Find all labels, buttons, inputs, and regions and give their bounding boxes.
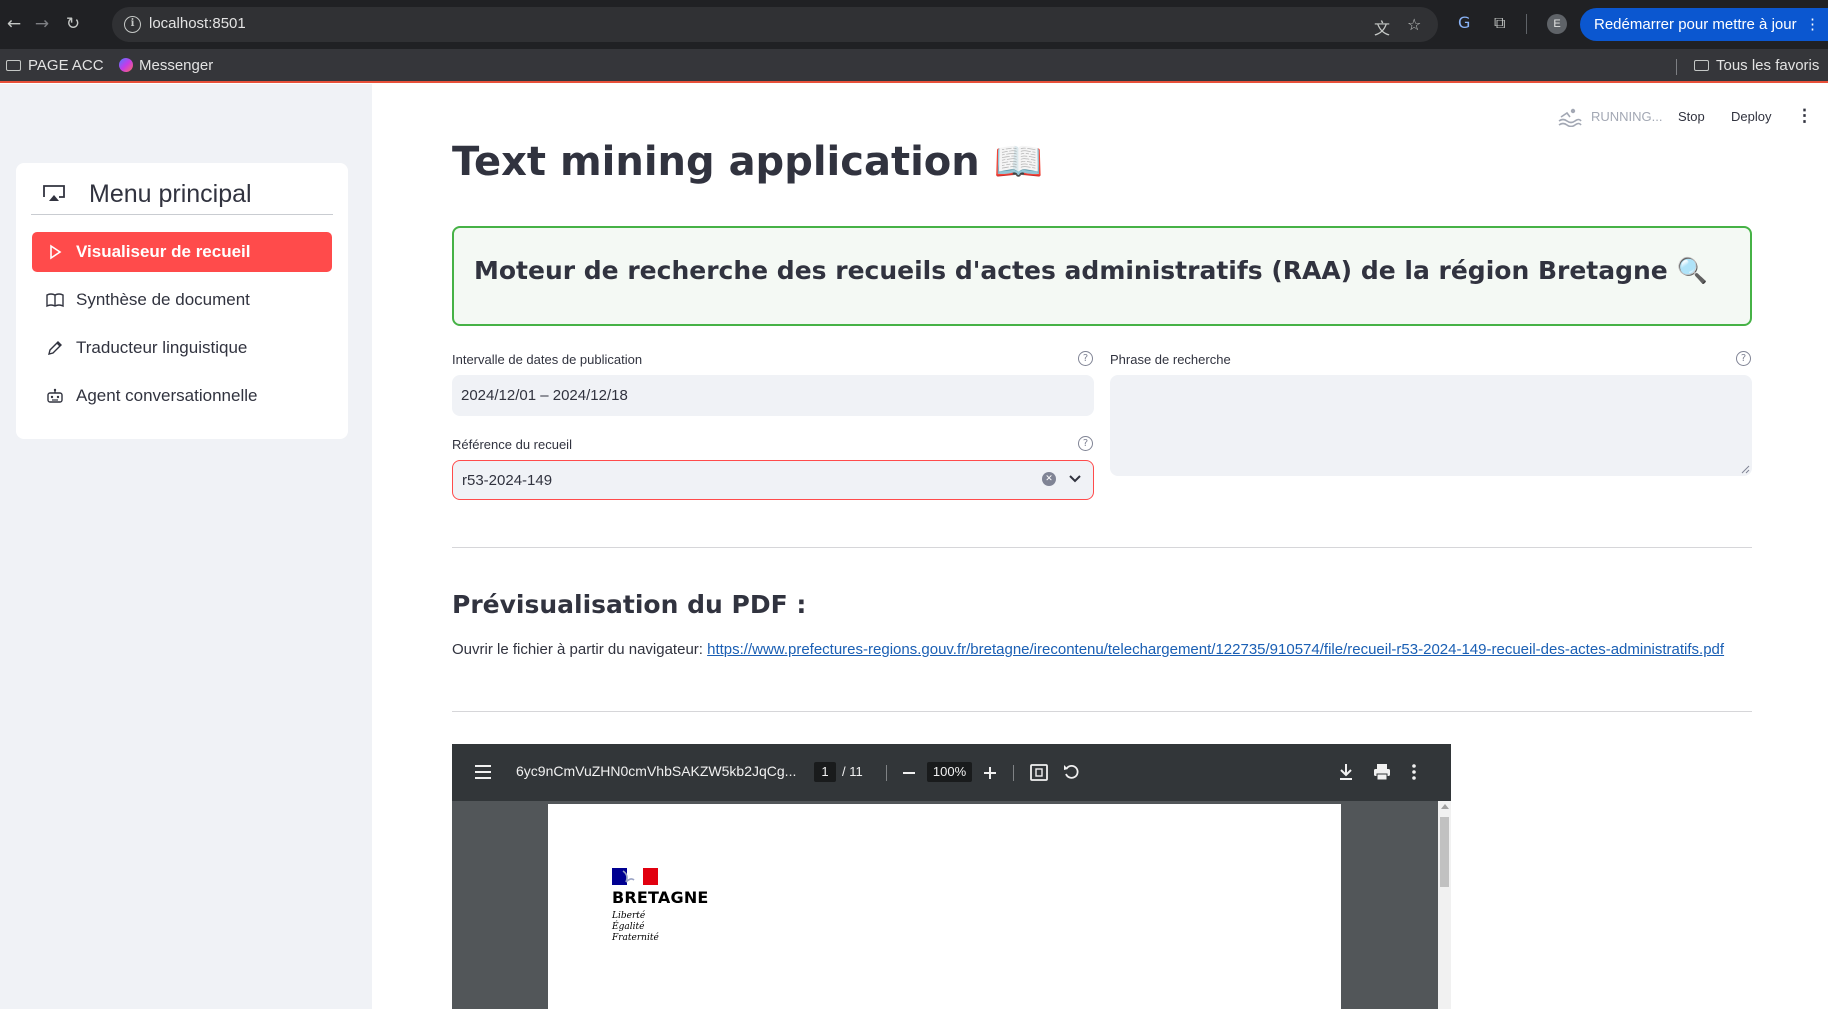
bookmarks-divider: [1676, 59, 1677, 75]
toolbar-separator: [1013, 765, 1014, 781]
print-icon[interactable]: [1373, 763, 1391, 781]
running-status-icon: [1558, 108, 1582, 127]
pdf-page: BRETAGNE Liberté Égalité Fraternité: [548, 804, 1341, 1009]
search-phrase-label: Phrase de recherche: [1110, 352, 1231, 367]
open-in-browser-prefix: Ouvrir le fichier à partir du navigateur…: [452, 641, 703, 658]
relaunch-label: Redémarrer pour mettre à jour: [1594, 16, 1797, 33]
menu-item-label: Agent conversationnelle: [76, 386, 258, 405]
motto-liberte: Liberté: [612, 911, 646, 921]
date-range-input[interactable]: 2024/12/01 – 2024/12/18: [452, 375, 1094, 416]
option-menu: Menu principal Visualiseur de recueil Sy…: [16, 163, 348, 439]
toolbar-separator: [886, 765, 887, 781]
bookmark-messenger[interactable]: Messenger: [119, 57, 213, 74]
divider: [452, 547, 1752, 548]
main-menu-icon[interactable]: ⋮: [1796, 106, 1813, 126]
reference-label: Référence du recueil: [452, 437, 572, 452]
bookmark-label: Messenger: [139, 57, 214, 74]
folder-icon: [6, 60, 21, 71]
all-bookmarks-folder[interactable]: Tous les favoris: [1694, 57, 1819, 74]
reload-icon[interactable]: ↻: [61, 12, 85, 36]
search-phrase-textarea[interactable]: [1110, 375, 1752, 476]
reference-help-icon[interactable]: ?: [1078, 436, 1093, 451]
pdf-scrollbar[interactable]: [1438, 801, 1451, 1009]
robot-icon: [47, 388, 63, 403]
bookmark-star-icon[interactable]: ☆: [1407, 15, 1421, 34]
url-text[interactable]: localhost:8501: [149, 15, 246, 32]
scroll-up-arrow-icon[interactable]: [1441, 804, 1449, 809]
pdf-total-pages: / 11: [842, 764, 863, 779]
stop-button[interactable]: Stop: [1678, 109, 1705, 124]
pdf-url-link[interactable]: https://www.prefectures-regions.gouv.fr/…: [707, 641, 1724, 658]
folder-icon: [1694, 60, 1709, 71]
play-icon: [50, 244, 62, 260]
search-engine-banner: Moteur de recherche des recueils d'actes…: [452, 226, 1752, 326]
browser-toolbar: ← → ↻ i localhost:8501 文 ☆ G ⧉ E Redémar…: [0, 0, 1828, 49]
date-range-help-icon[interactable]: ?: [1078, 351, 1093, 366]
menu-item-visualiseur[interactable]: Visualiseur de recueil: [32, 232, 332, 272]
menu-header: Menu principal: [31, 179, 333, 215]
running-status-label: RUNNING...: [1591, 109, 1663, 124]
relaunch-update-button[interactable]: Redémarrer pour mettre à jour ⋮: [1580, 8, 1828, 41]
date-range-label: Intervalle de dates de publication: [452, 352, 643, 367]
chrome-menu-icon[interactable]: ⋮: [1805, 8, 1820, 41]
pdf-zoom-input[interactable]: 100%: [927, 762, 972, 782]
translate-icon[interactable]: 文: [1374, 15, 1390, 39]
menu-item-label: Visualiseur de recueil: [76, 242, 251, 261]
pdf-viewer: 6yc9nCmVuZHN0cmVhbSAKZW5kb2JqCg... 1 / 1…: [452, 744, 1451, 1009]
extensions-puzzle-icon[interactable]: ⧉: [1494, 13, 1505, 33]
bookmark-page-acc[interactable]: PAGE ACC: [6, 57, 104, 74]
pdf-preview-title: Prévisualisation du PDF :: [452, 590, 807, 619]
clear-selection-icon[interactable]: ✕: [1042, 472, 1056, 486]
all-bookmarks-label: Tous les favoris: [1716, 57, 1820, 74]
pencil-icon: [48, 341, 62, 355]
open-in-browser-line: Ouvrir le fichier à partir du navigateur…: [452, 641, 1724, 658]
download-icon[interactable]: [1338, 763, 1354, 781]
book-icon: [46, 293, 64, 308]
menu-item-traducteur[interactable]: Traducteur linguistique: [32, 328, 332, 368]
menu-title: Menu principal: [89, 180, 252, 208]
reference-select[interactable]: r53-2024-149 ✕: [452, 460, 1094, 500]
google-translate-extension-icon[interactable]: G: [1458, 13, 1470, 32]
motto-fraternite: Fraternité: [612, 933, 659, 943]
date-range-value: 2024/12/01 – 2024/12/18: [461, 387, 628, 404]
bookmark-label: PAGE ACC: [28, 57, 104, 74]
menu-item-synthese[interactable]: Synthèse de document: [32, 280, 332, 320]
motto-egalite: Égalité: [612, 922, 645, 932]
pdf-page-input[interactable]: 1: [814, 762, 836, 782]
menu-item-agent[interactable]: Agent conversationnelle: [32, 376, 332, 416]
scroll-thumb[interactable]: [1440, 817, 1449, 887]
messenger-icon: [119, 58, 133, 72]
back-arrow-icon[interactable]: ←: [2, 12, 26, 36]
more-options-icon[interactable]: [1411, 763, 1417, 781]
rotate-icon[interactable]: [1063, 763, 1081, 781]
zoom-out-icon[interactable]: [901, 765, 917, 781]
bookmarks-bar: PAGE ACC Messenger Tous les favoris: [0, 49, 1828, 83]
forward-arrow-icon[interactable]: →: [30, 12, 54, 36]
document-region: BRETAGNE: [612, 888, 709, 907]
search-phrase-help-icon[interactable]: ?: [1736, 351, 1751, 366]
marianne-logo-icon: [612, 868, 658, 885]
menu-item-label: Traducteur linguistique: [76, 338, 248, 357]
deploy-button[interactable]: Deploy: [1731, 109, 1771, 124]
page-title: Text mining application 📖: [452, 139, 1044, 185]
cast-icon: [43, 185, 65, 201]
toolbar-divider: [1526, 14, 1527, 34]
profile-avatar[interactable]: E: [1547, 14, 1567, 34]
banner-text: Moteur de recherche des recueils d'actes…: [474, 256, 1708, 285]
pdf-filename: 6yc9nCmVuZHN0cmVhbSAKZW5kb2JqCg...: [516, 763, 797, 779]
site-info-icon[interactable]: i: [124, 16, 141, 33]
app-sidebar: Menu principal Visualiseur de recueil Sy…: [0, 84, 372, 1009]
fit-to-page-icon[interactable]: [1030, 764, 1048, 781]
zoom-in-icon[interactable]: [982, 765, 998, 781]
divider: [452, 711, 1752, 712]
address-bar[interactable]: i localhost:8501 文 ☆: [112, 7, 1438, 42]
hamburger-menu-icon[interactable]: [474, 764, 492, 780]
resize-handle-icon[interactable]: [1740, 464, 1750, 474]
chevron-down-icon[interactable]: [1067, 470, 1083, 486]
pdf-toolbar: 6yc9nCmVuZHN0cmVhbSAKZW5kb2JqCg... 1 / 1…: [452, 744, 1451, 801]
reference-value: r53-2024-149: [462, 472, 553, 489]
menu-item-label: Synthèse de document: [76, 290, 250, 309]
